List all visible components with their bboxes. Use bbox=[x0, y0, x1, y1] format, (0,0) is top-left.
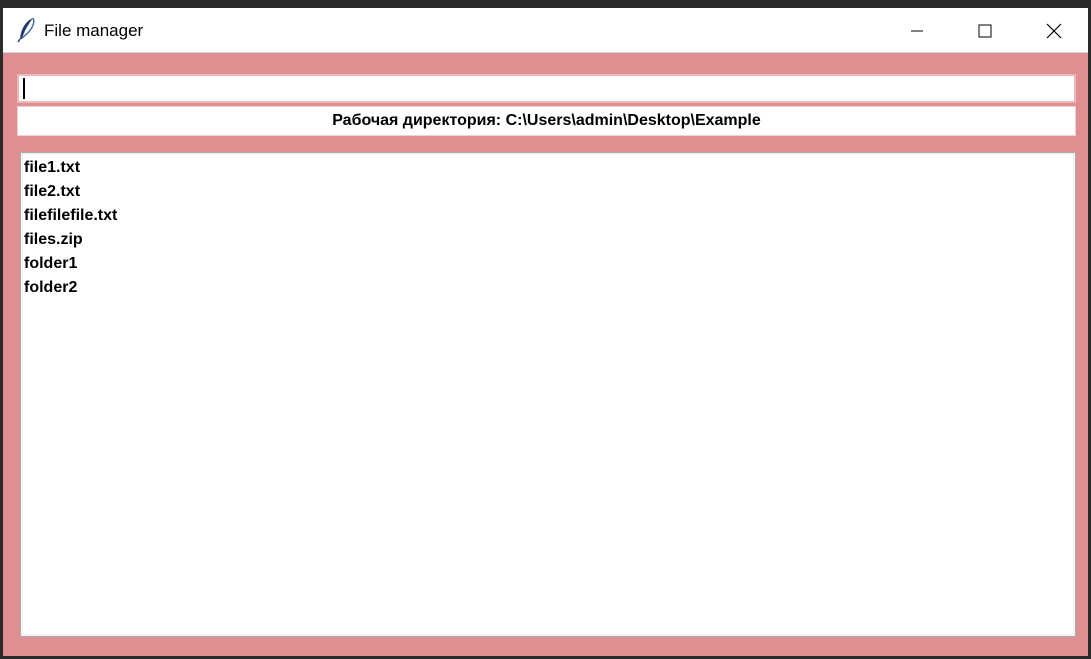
list-item[interactable]: file2.txt bbox=[23, 180, 1075, 204]
minimize-button[interactable] bbox=[883, 8, 951, 53]
file-list[interactable]: file1.txt file2.txt filefilefile.txt fil… bbox=[20, 152, 1076, 637]
app-window: File manager Рабочая директория: C:\User… bbox=[3, 8, 1088, 656]
close-button[interactable] bbox=[1020, 8, 1088, 53]
window-title: File manager bbox=[44, 21, 144, 40]
close-icon bbox=[1046, 23, 1062, 38]
title-bar[interactable]: File manager bbox=[3, 8, 1088, 53]
list-item[interactable]: folder1 bbox=[23, 252, 1075, 276]
maximize-button[interactable] bbox=[951, 8, 1019, 53]
list-item[interactable]: folder2 bbox=[23, 276, 1075, 300]
list-item[interactable]: files.zip bbox=[23, 228, 1075, 252]
feather-icon bbox=[17, 17, 35, 43]
maximize-icon bbox=[978, 24, 992, 37]
working-directory-label: Рабочая директория: C:\Users\admin\Deskt… bbox=[17, 106, 1076, 136]
list-item[interactable]: file1.txt bbox=[23, 156, 1075, 180]
minimize-icon bbox=[911, 30, 923, 31]
command-input[interactable] bbox=[17, 74, 1076, 103]
list-item[interactable]: filefilefile.txt bbox=[23, 204, 1075, 228]
desktop-strip bbox=[0, 0, 1091, 8]
text-caret bbox=[23, 78, 25, 99]
